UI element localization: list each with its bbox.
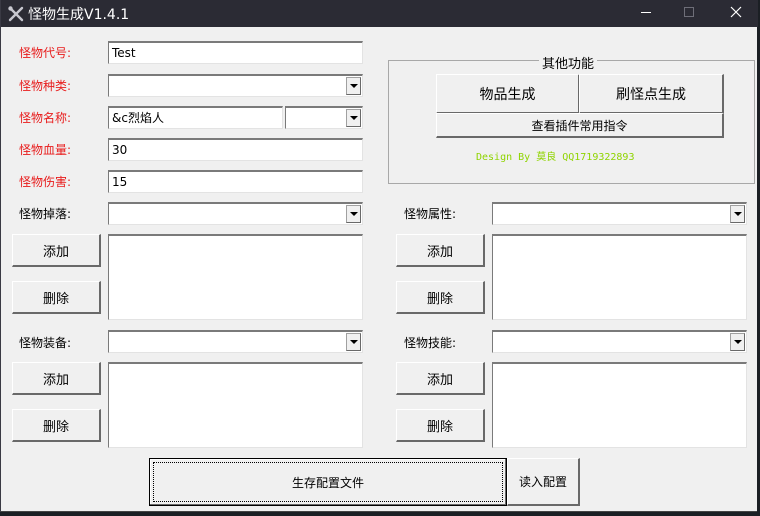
spawner-generate-label: 刷怪点生成	[616, 86, 686, 103]
equipment-remove-button[interactable]: 删除	[12, 409, 101, 442]
monster-hp-label: 怪物血量:	[19, 143, 72, 157]
drops-remove-button[interactable]: 删除	[12, 281, 101, 314]
other-functions-title: 其他功能	[539, 53, 598, 72]
attributes-select[interactable]	[492, 202, 747, 225]
skills-select[interactable]	[492, 330, 747, 353]
monster-damage-input[interactable]: 15	[108, 170, 363, 193]
spawner-generate-button[interactable]: 刷怪点生成	[579, 74, 724, 114]
maximize-button[interactable]	[666, 0, 712, 27]
title-bar[interactable]: 怪物生成V1.4.1	[1, 0, 758, 27]
equipment-list[interactable]	[108, 362, 363, 448]
window-title: 怪物生成V1.4.1	[28, 7, 130, 23]
chevron-down-icon[interactable]	[346, 205, 361, 223]
attributes-add-label: 添加	[426, 244, 453, 260]
equipment-add-button[interactable]: 添加	[12, 362, 101, 395]
chevron-down-icon[interactable]	[346, 333, 361, 351]
chevron-down-icon[interactable]	[346, 109, 361, 127]
attributes-remove-label: 删除	[426, 291, 453, 307]
tools-icon	[7, 5, 25, 23]
attributes-remove-button[interactable]: 删除	[396, 281, 485, 314]
skills-list[interactable]	[492, 362, 747, 448]
drops-list[interactable]	[108, 234, 363, 320]
close-icon	[730, 6, 742, 21]
view-commands-button[interactable]: 查看插件常用指令	[436, 113, 724, 138]
monster-name-label: 怪物名称:	[19, 111, 72, 125]
monster-damage-label: 怪物伤害:	[19, 175, 72, 189]
skills-label: 怪物技能:	[404, 336, 457, 350]
attributes-list[interactable]	[492, 234, 747, 320]
close-button[interactable]	[713, 0, 759, 27]
skills-remove-button[interactable]: 删除	[396, 409, 485, 442]
focus-rect	[153, 462, 503, 502]
chevron-down-icon[interactable]	[730, 205, 745, 223]
item-generate-label: 物品生成	[479, 86, 536, 103]
drops-remove-label: 删除	[42, 291, 69, 307]
monster-code-input[interactable]: Test	[108, 41, 363, 64]
credit-text: Design By 莫良 QQ1719322893	[476, 152, 635, 163]
chevron-down-icon[interactable]	[346, 77, 361, 95]
skills-add-button[interactable]: 添加	[396, 362, 485, 395]
load-config-label: 读入配置	[518, 475, 567, 489]
equipment-select[interactable]	[108, 330, 363, 353]
attributes-label: 怪物属性:	[404, 207, 457, 221]
item-generate-button[interactable]: 物品生成	[436, 74, 580, 114]
load-config-button[interactable]: 读入配置	[507, 458, 580, 506]
monster-type-select[interactable]	[108, 74, 363, 97]
skills-remove-label: 删除	[426, 419, 453, 435]
drops-select[interactable]	[108, 202, 363, 225]
name-color-select[interactable]	[285, 106, 363, 129]
view-commands-label: 查看插件常用指令	[531, 118, 628, 133]
drops-label: 怪物掉落:	[19, 207, 72, 221]
drops-add-label: 添加	[42, 244, 69, 260]
skills-add-label: 添加	[426, 372, 453, 388]
drops-add-button[interactable]: 添加	[12, 234, 101, 267]
chevron-down-icon[interactable]	[730, 333, 745, 351]
attributes-add-button[interactable]: 添加	[396, 234, 485, 267]
monster-hp-input[interactable]: 30	[108, 138, 363, 161]
monster-name-input[interactable]: &c烈焰人	[108, 106, 283, 129]
equipment-label: 怪物装备:	[19, 336, 72, 350]
monster-code-label: 怪物代号:	[19, 46, 72, 60]
minimize-icon	[640, 6, 652, 21]
equipment-add-label: 添加	[42, 372, 69, 388]
maximize-icon	[683, 6, 695, 21]
monster-type-label: 怪物种类:	[19, 79, 72, 93]
app-window: 怪物生成V1.4.1 怪物代号: Test 怪物种类: 怪物名称: &c烈焰人 …	[0, 0, 758, 512]
save-config-button[interactable]: 生存配置文件	[149, 458, 507, 506]
equipment-remove-label: 删除	[42, 419, 69, 435]
minimize-button[interactable]	[623, 0, 669, 27]
